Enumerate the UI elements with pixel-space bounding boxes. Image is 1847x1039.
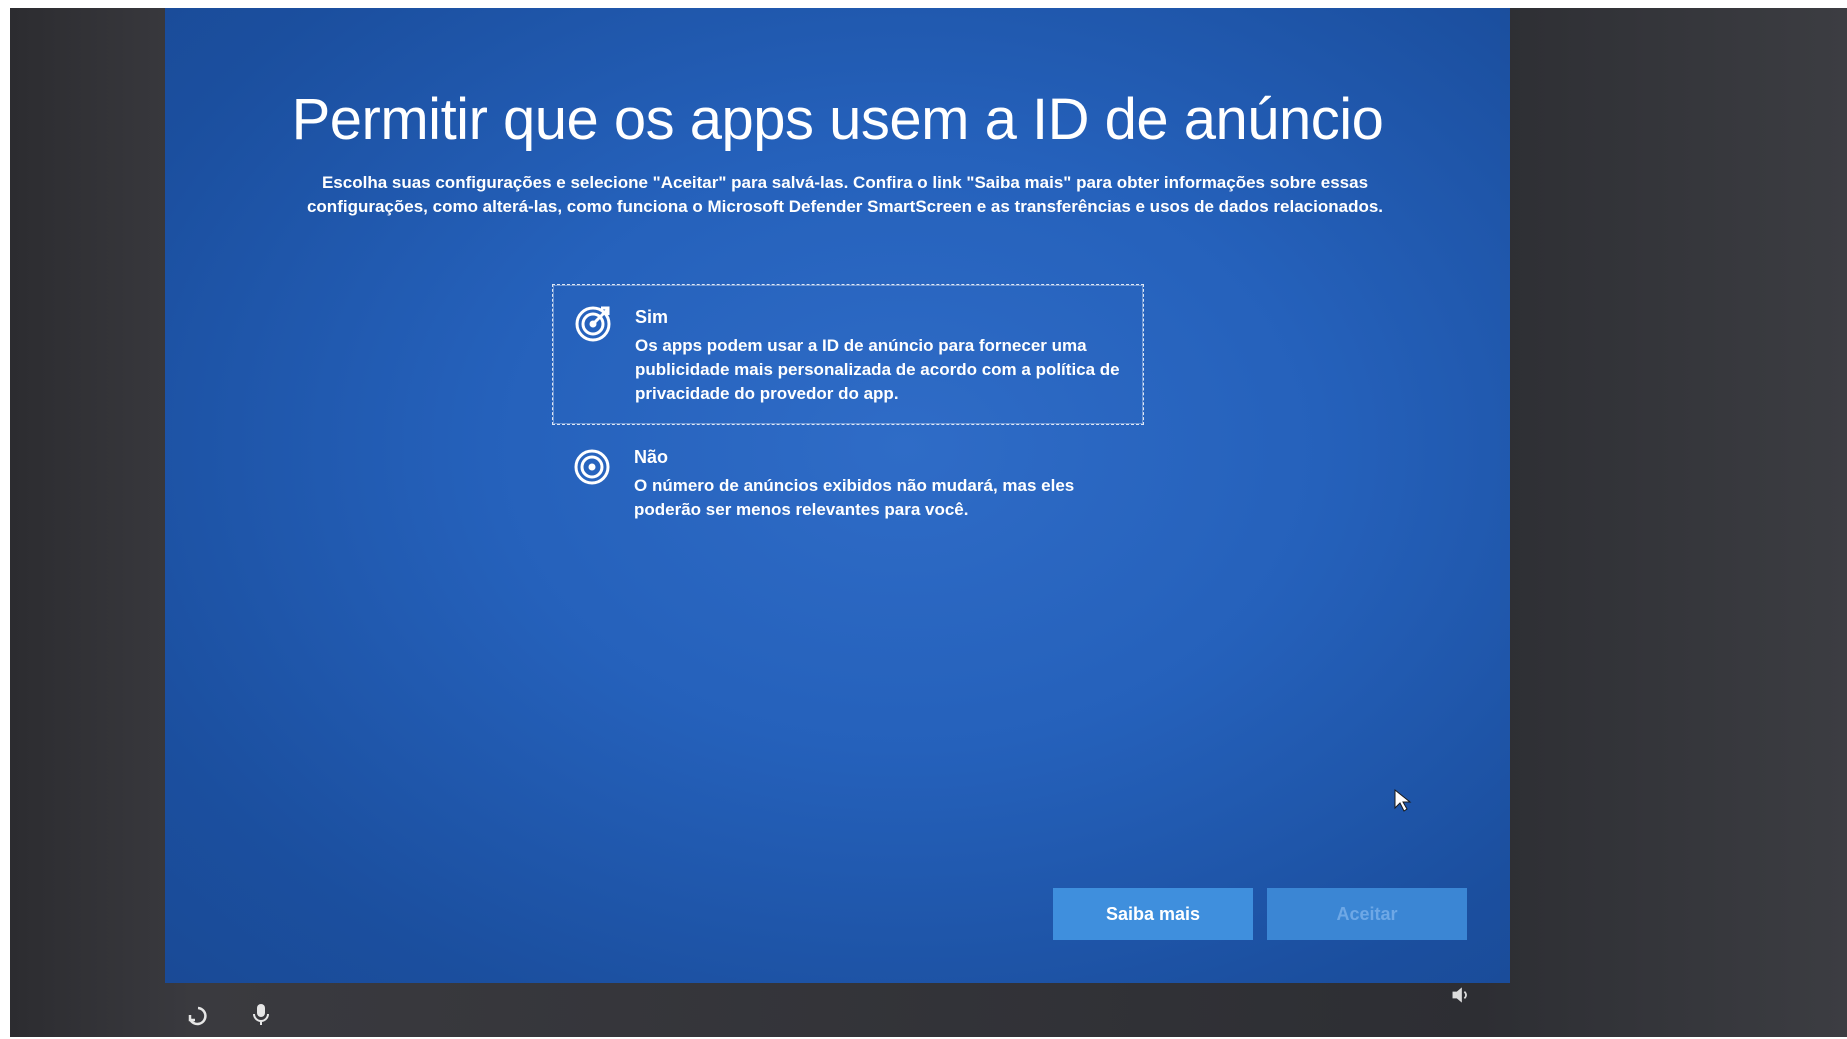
page-title: Permitir que os apps usem a ID de anúnci… (291, 87, 1384, 152)
option-nao-label: Não (634, 447, 669, 467)
option-nao[interactable]: Não O número de anúncios exibidos não mu… (552, 429, 1144, 540)
learn-more-button[interactable]: Saiba mais (1053, 888, 1253, 940)
target-icon (572, 447, 612, 487)
option-sim-label: Sim (635, 307, 669, 327)
oobe-screen: Permitir que os apps usem a ID de anúnci… (165, 8, 1510, 983)
ease-of-access-icon[interactable] (185, 1003, 211, 1029)
mouse-cursor-icon (1393, 788, 1413, 814)
option-sim[interactable]: Sim Os apps podem usar a ID de anúncio p… (552, 284, 1144, 425)
page-subtitle: Escolha suas configurações e selecione "… (306, 173, 1384, 216)
option-sim-description: Os apps podem usar a ID de anúncio para … (635, 336, 1120, 403)
volume-icon[interactable] (1450, 984, 1472, 1006)
option-nao-description: O número de anúncios exibidos não mudará… (634, 476, 1075, 519)
microphone-icon[interactable] (248, 1001, 274, 1027)
target-arrow-icon (573, 303, 613, 343)
accept-button[interactable]: Aceitar (1267, 888, 1467, 940)
options-list: Sim Os apps podem usar a ID de anúncio p… (552, 284, 1144, 540)
